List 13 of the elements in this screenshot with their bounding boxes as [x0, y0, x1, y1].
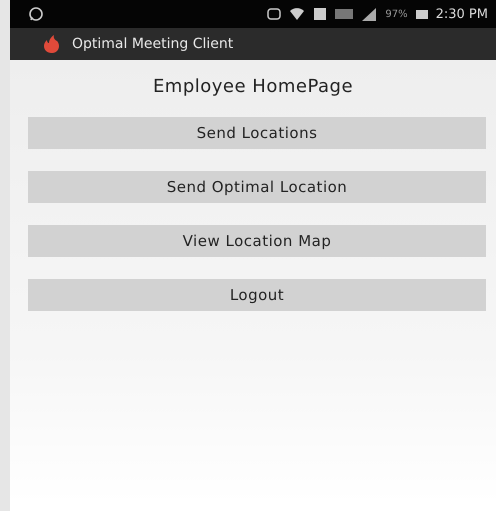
action-button[interactable]: View Location Map: [28, 225, 486, 257]
chat-icon: [28, 6, 44, 22]
action-button[interactable]: Logout: [28, 279, 486, 311]
page-title: Employee HomePage: [152, 76, 354, 97]
signal-icon: [361, 7, 378, 21]
action-button[interactable]: Send Locations: [28, 117, 486, 149]
battery-percentage: 97%: [385, 8, 408, 20]
action-button[interactable]: Send Optimal Location: [28, 171, 486, 203]
alarm-icon: [267, 7, 282, 21]
flame-icon: [42, 34, 62, 54]
wifi-icon: [289, 7, 306, 21]
clock-time: 2:30 PM: [436, 6, 488, 22]
app-title: Optimal Meeting Client: [72, 36, 234, 52]
